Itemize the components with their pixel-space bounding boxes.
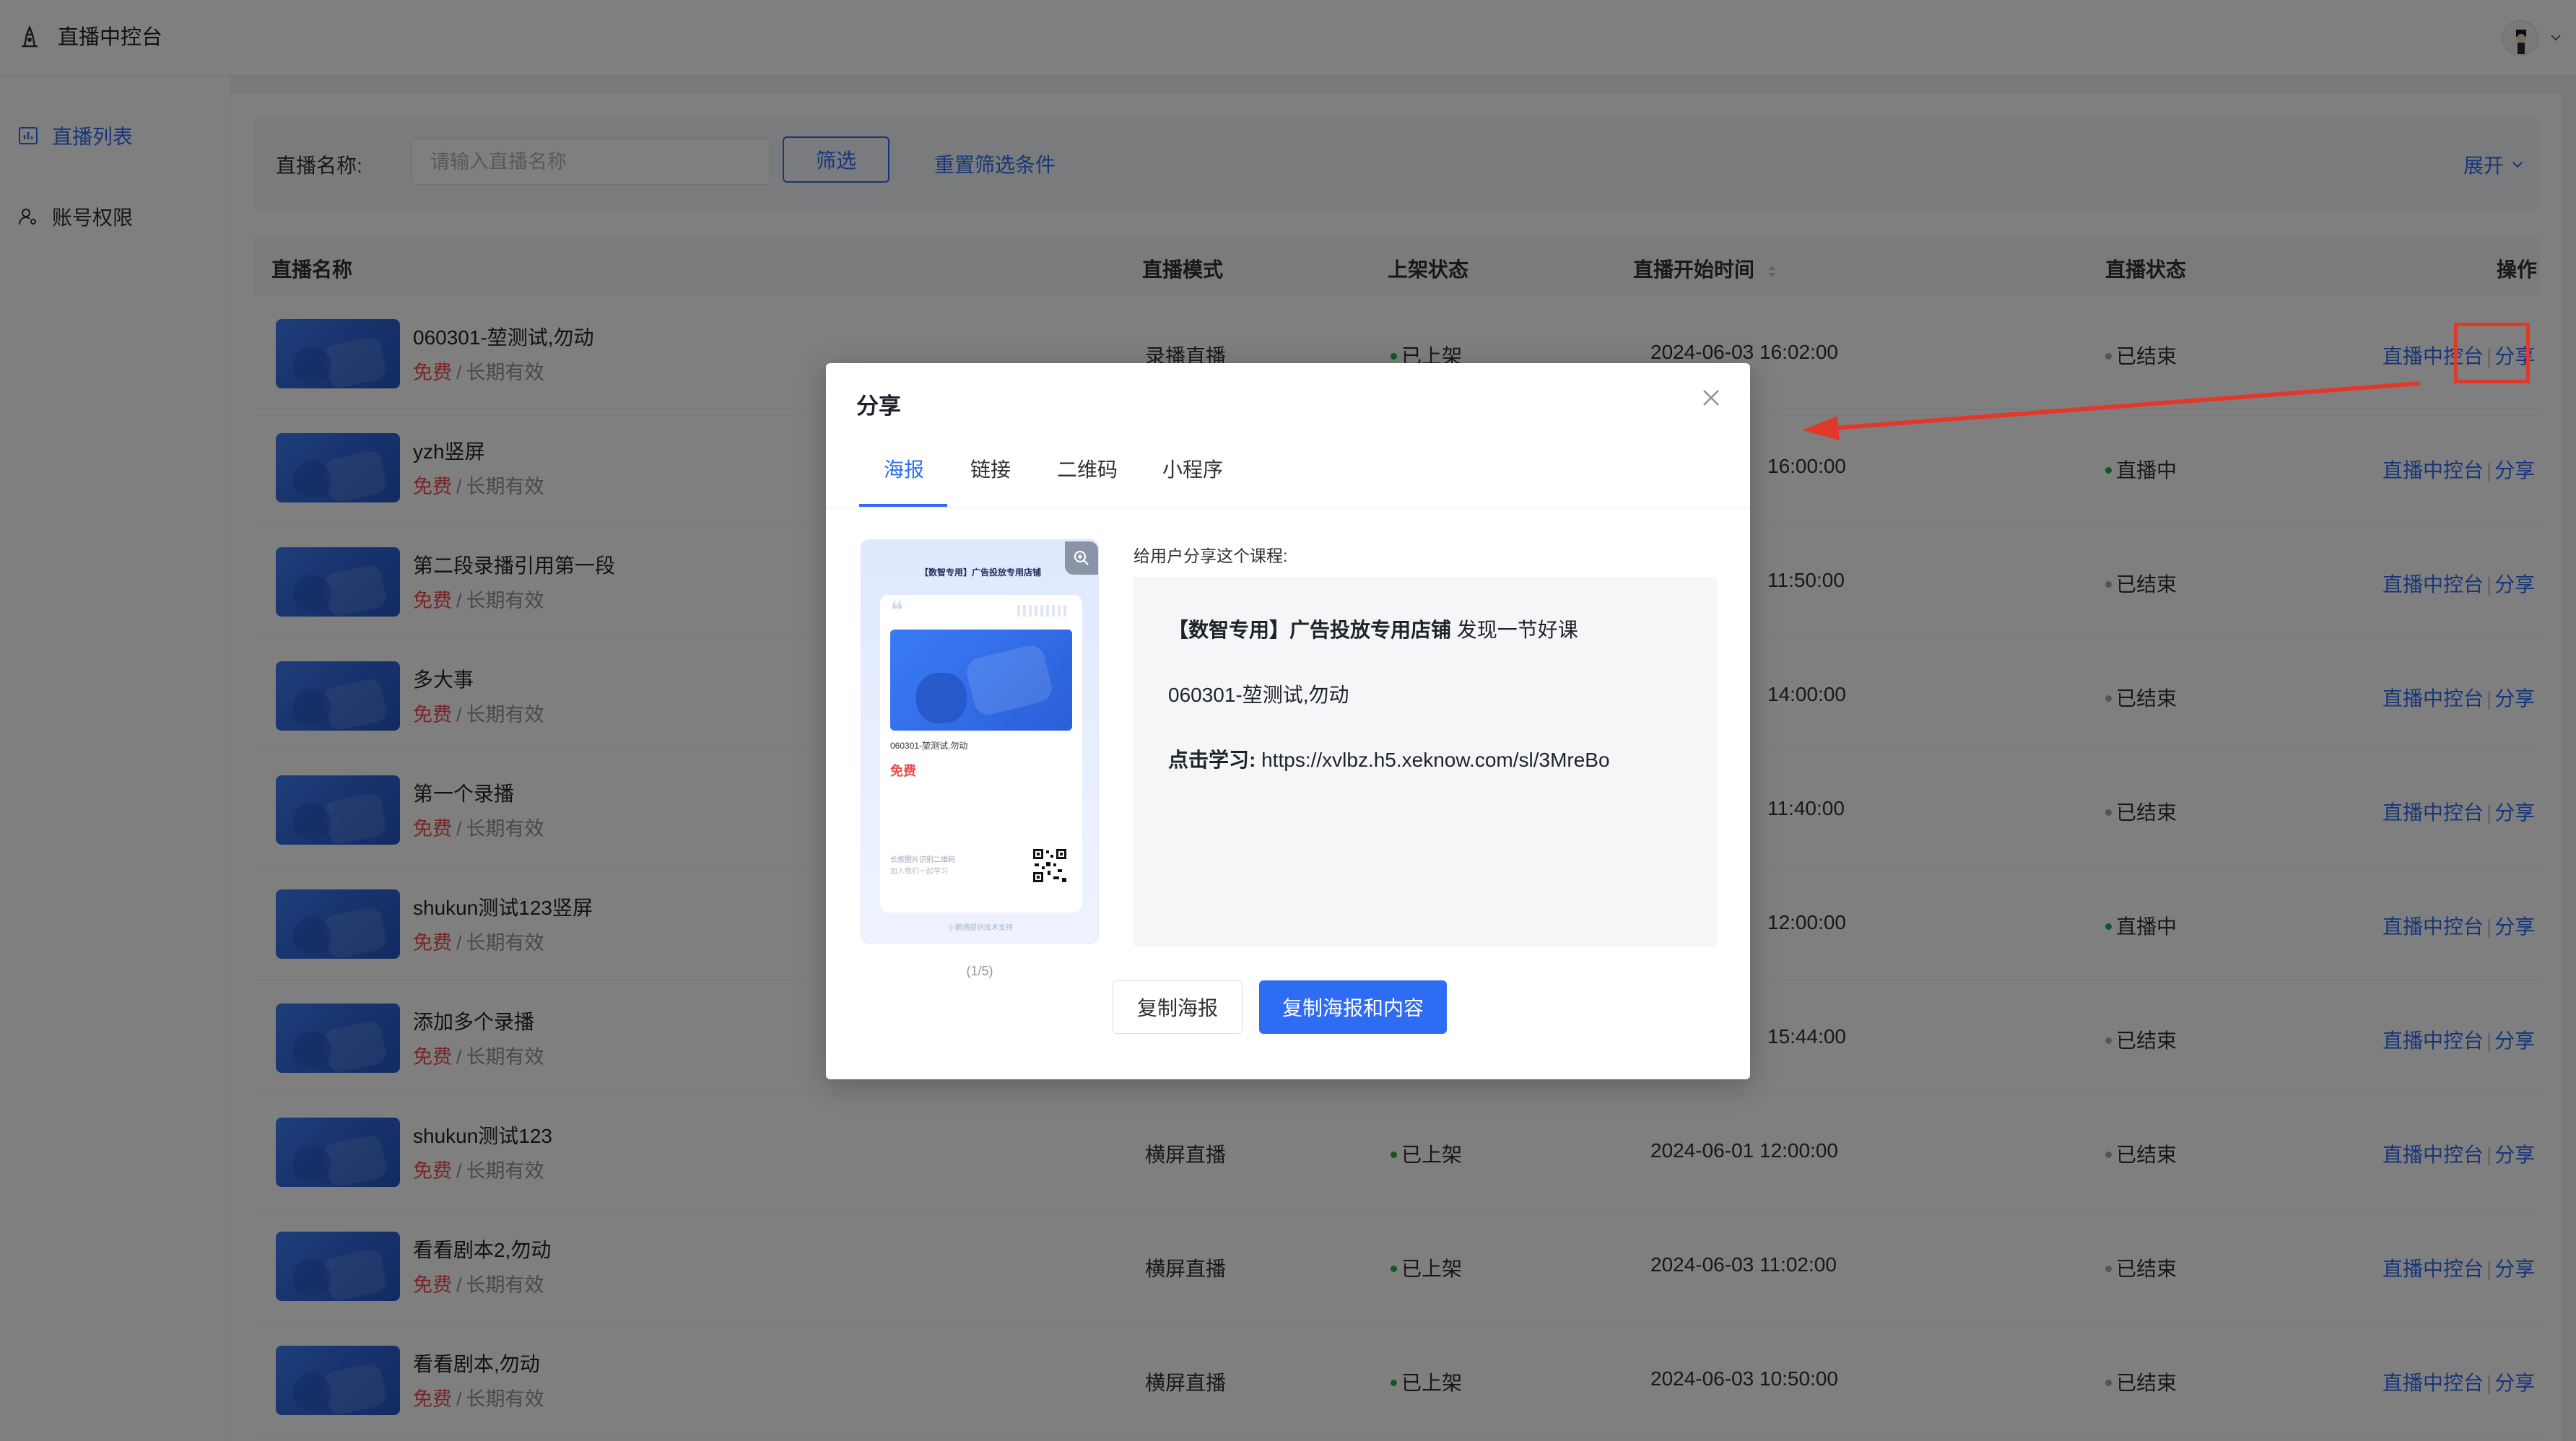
- close-icon[interactable]: [1700, 386, 1723, 409]
- share-shop-name: 【数智专用】广告投放专用店铺: [1168, 619, 1452, 641]
- poster-preview[interactable]: 【数智专用】广告投放专用店铺 ❝ 060301-堃测试,勿动 免费 长按图片识别…: [861, 539, 1099, 944]
- share-link-url[interactable]: https://xvlbz.h5.xeknow.com/sl/3MreBo: [1261, 749, 1609, 771]
- tab-link[interactable]: 链接: [970, 454, 1011, 483]
- tab-active-indicator: [859, 504, 947, 507]
- share-text-box[interactable]: 【数智专用】广告投放专用店铺 发现一节好课 060301-堃测试,勿动 点击学习…: [1133, 577, 1717, 946]
- share-intro-suffix: 发现一节好课: [1451, 619, 1578, 641]
- poster-shop-name: 【数智专用】广告投放专用店铺: [919, 567, 1041, 578]
- qr-code-icon: [1032, 848, 1068, 884]
- app-root: 直播中控台 直播列表 账号权限: [0, 0, 2576, 1441]
- share-link-label: 点击学习:: [1168, 749, 1256, 771]
- poster-footer: 小鹅通提供技术支持: [948, 924, 1013, 932]
- share-tabs: 海报 链接 二维码 小程序: [826, 435, 1750, 508]
- poster-page-indicator: (1/5): [966, 964, 993, 978]
- poster-course-title: 060301-堃测试,勿动: [890, 741, 968, 751]
- share-label: 给用户分享这个课程:: [1133, 547, 1288, 565]
- tab-mini-program[interactable]: 小程序: [1162, 454, 1223, 483]
- poster-cover-image: [890, 630, 1072, 731]
- tab-qrcode[interactable]: 二维码: [1057, 454, 1118, 483]
- modal-title: 分享: [856, 393, 901, 419]
- poster-price: 免费: [890, 764, 916, 778]
- share-course-line: 060301-堃测试,勿动: [1168, 684, 1349, 706]
- poster-card: ❝ 060301-堃测试,勿动 免费 长按图片识别二维码 加入我们一起学习: [880, 595, 1082, 913]
- tab-poster[interactable]: 海报: [884, 454, 924, 483]
- copy-poster-button[interactable]: 复制海报: [1113, 980, 1243, 1034]
- copy-poster-and-content-button[interactable]: 复制海报和内容: [1259, 980, 1447, 1034]
- quote-icon: ❝: [890, 596, 904, 625]
- share-intro-line: 【数智专用】广告投放专用店铺 发现一节好课: [1168, 614, 1578, 643]
- poster-stripes: [1017, 605, 1068, 617]
- poster-hint-scan: 长按图片识别二维码: [890, 856, 955, 864]
- poster-hint-join: 加入我们一起学习: [890, 868, 948, 876]
- zoom-in-icon: [1074, 550, 1089, 565]
- share-link-line: 点击学习: https://xvlbz.h5.xeknow.com/sl/3Mr…: [1168, 744, 1610, 773]
- highlight-box: [2454, 323, 2530, 383]
- share-modal: 分享 海报 链接 二维码 小程序 【数智专用】广告投放专用店铺 ❝ 060301…: [826, 363, 1750, 1079]
